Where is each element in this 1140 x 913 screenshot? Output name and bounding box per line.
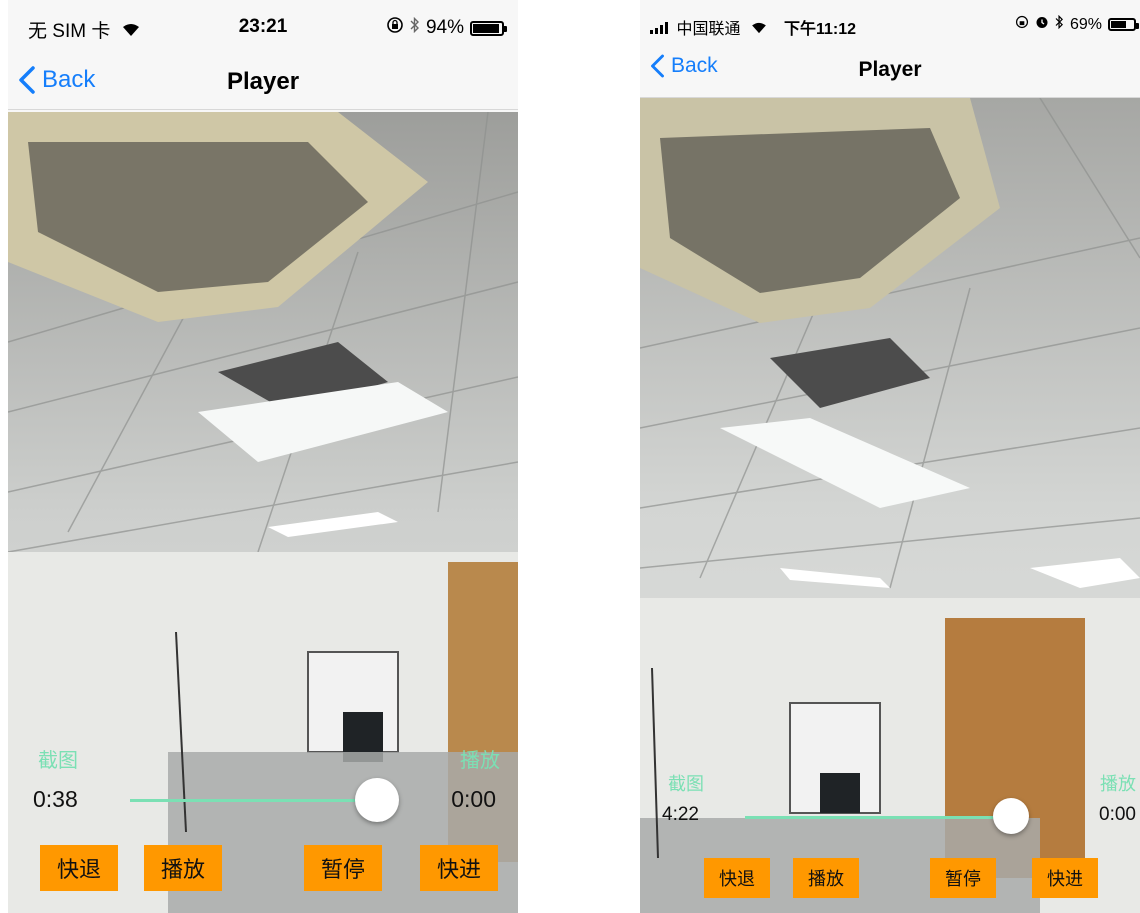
status-right: 69% (1015, 14, 1139, 34)
lock-rotation-icon (1015, 15, 1029, 34)
pause-button[interactable]: 暂停 (930, 858, 996, 898)
fast-forward-button[interactable]: 快进 (420, 845, 498, 891)
status-right: 94% (386, 16, 507, 40)
rewind-button[interactable]: 快退 (704, 858, 770, 898)
battery-icon (470, 20, 507, 36)
status-bar: 中国联通 下午11:12 69% (640, 0, 1140, 46)
signal-icon (650, 22, 668, 34)
fast-forward-button[interactable]: 快进 (1032, 858, 1098, 898)
video-player[interactable]: 截图 播放 4:22 0:00 快退 播放 暂停 快进 (640, 98, 1140, 913)
capture-label[interactable]: 截图 (38, 744, 78, 773)
pause-button[interactable]: 暂停 (304, 845, 382, 891)
rewind-button[interactable]: 快退 (40, 845, 118, 891)
play-state-label: 播放 (460, 750, 500, 772)
page-title: Player (226, 68, 300, 95)
video-player[interactable]: 截图 播放 0:38 0:00 快退 播放 暂停 快进 (8, 112, 518, 913)
video-frame-image (640, 98, 1140, 913)
battery-percent: 94% (425, 17, 464, 38)
bluetooth-icon (410, 16, 420, 39)
duration-time: 0:00 (451, 786, 496, 812)
play-state-label: 播放 (1100, 774, 1136, 794)
bluetooth-icon (1055, 14, 1064, 34)
status-bar: 无 SIM 卡 23:21 94% (8, 0, 518, 54)
battery-icon (1108, 18, 1139, 31)
progress-slider[interactable] (745, 816, 1025, 819)
navigation-bar: Back Player (8, 54, 518, 110)
navigation-bar: Back Player (640, 46, 1140, 98)
phone-screen-right: 中国联通 下午11:12 69% Back Player 截图 播放 4:22 … (640, 0, 1140, 913)
capture-label[interactable]: 截图 (668, 770, 704, 796)
play-button[interactable]: 播放 (793, 858, 859, 898)
current-time: 0:38 (33, 786, 78, 812)
slider-thumb[interactable] (355, 778, 399, 822)
phone-screen-left: 无 SIM 卡 23:21 94% Back Player 截图 播放 0:38… (8, 0, 518, 913)
status-time: 下午11:12 (783, 21, 857, 38)
battery-percent: 69% (1069, 15, 1102, 33)
slider-thumb[interactable] (993, 798, 1029, 834)
page-title: Player (858, 58, 922, 81)
duration-time: 0:00 (1099, 804, 1136, 825)
play-button[interactable]: 播放 (144, 845, 222, 891)
video-frame-image (8, 112, 518, 913)
lock-rotation-icon (386, 16, 404, 40)
alarm-icon (1035, 15, 1049, 34)
current-time: 4:22 (662, 804, 699, 825)
